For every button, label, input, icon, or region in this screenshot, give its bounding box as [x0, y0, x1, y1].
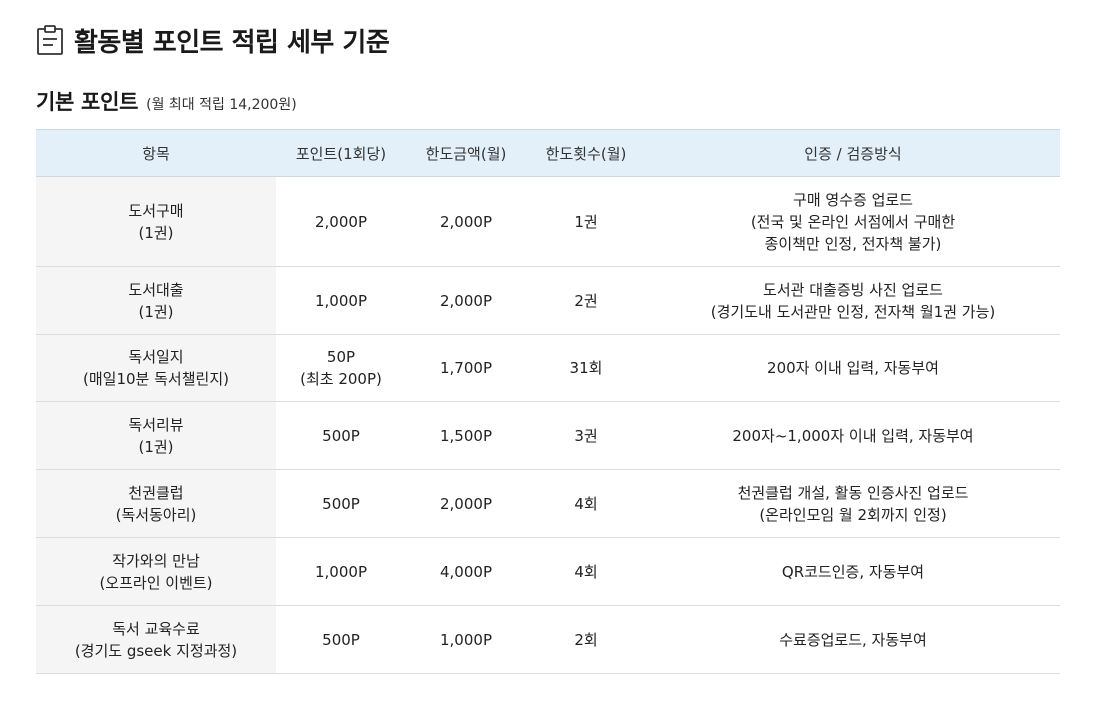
- verification-cell: 200자~1,000자 이내 입력, 자동부여: [646, 401, 1060, 470]
- limit-amount-cell: 4,000P: [406, 537, 526, 606]
- item-cell: 독서 교육수료 (경기도 gseek 지정과정): [36, 605, 276, 674]
- verification-line: 구매 영수증 업로드: [793, 190, 913, 209]
- point-cell: 50P (최초 200P): [276, 334, 406, 402]
- limit-count-cell: 31회: [526, 334, 646, 402]
- item-name: 독서 교육수료: [112, 619, 200, 638]
- clipboard-icon: [37, 25, 63, 55]
- item-cell: 작가와의 만남 (오프라인 이벤트): [36, 537, 276, 606]
- header-verification: 인증 / 검증방식: [646, 129, 1060, 177]
- point-cell: 1,000P: [276, 537, 406, 606]
- point-value: 500P: [322, 494, 360, 513]
- header-limit-amount: 한도금액(월): [406, 129, 526, 177]
- table-row: 도서대출 (1권) 1,000P 2,000P 2권 도서관 대출증빙 사진 업…: [36, 266, 1060, 335]
- point-value: 50P: [326, 348, 356, 366]
- verification-line: 200자 이내 입력, 자동부여: [767, 359, 939, 377]
- table-row: 독서 교육수료 (경기도 gseek 지정과정) 500P 1,000P 2회 …: [36, 605, 1060, 674]
- limit-count-cell: 1권: [526, 176, 646, 267]
- limit-amount-cell: 1,500P: [406, 401, 526, 470]
- item-cell: 독서리뷰 (1권): [36, 401, 276, 470]
- limit-amount-cell: 2,000P: [406, 266, 526, 335]
- limit-amount-cell: 1,700P: [406, 334, 526, 402]
- verification-line: 종이책만 인정, 전자책 불가): [764, 234, 942, 253]
- point-value: 2,000P: [315, 212, 367, 231]
- limit-amount-cell: 2,000P: [406, 469, 526, 538]
- table-row: 독서일지 (매일10분 독서챌린지) 50P (최초 200P) 1,700P …: [36, 334, 1060, 402]
- header-item: 항목: [36, 129, 276, 177]
- verification-line: 200자~1,000자 이내 입력, 자동부여: [732, 426, 974, 445]
- verification-cell: 도서관 대출증빙 사진 업로드 (경기도내 도서관만 인정, 전자책 월1권 가…: [646, 266, 1060, 335]
- limit-count-cell: 3권: [526, 401, 646, 470]
- item-detail: (1권): [138, 223, 174, 242]
- page-header: 활동별 포인트 적립 세부 기준: [36, 22, 390, 58]
- table-row: 작가와의 만남 (오프라인 이벤트) 1,000P 4,000P 4회 QR코드…: [36, 537, 1060, 606]
- limit-amount-cell: 1,000P: [406, 605, 526, 674]
- item-detail: (1권): [138, 302, 174, 321]
- verification-line: 수료증업로드, 자동부여: [779, 630, 927, 649]
- point-cell: 1,000P: [276, 266, 406, 335]
- point-cell: 500P: [276, 401, 406, 470]
- limit-count-cell: 4회: [526, 537, 646, 606]
- point-cell: 500P: [276, 605, 406, 674]
- item-detail: (매일10분 독서챌린지): [83, 370, 229, 388]
- item-name: 도서구매: [128, 201, 184, 220]
- section-title: 기본 포인트: [36, 90, 139, 114]
- limit-count-cell: 2회: [526, 605, 646, 674]
- item-cell: 도서구매 (1권): [36, 176, 276, 267]
- section-header: 기본 포인트 (월 최대 적립 14,200원): [36, 86, 297, 118]
- limit-count-cell: 4회: [526, 469, 646, 538]
- item-cell: 독서일지 (매일10분 독서챌린지): [36, 334, 276, 402]
- header-point: 포인트(1회당): [276, 129, 406, 177]
- point-value: 1,000P: [315, 291, 367, 310]
- item-name: 도서대출: [128, 280, 184, 299]
- verification-line: 천권클럽 개설, 활동 인증사진 업로드: [737, 483, 969, 502]
- item-name: 천권클럽: [128, 483, 184, 502]
- item-detail: (경기도 gseek 지정과정): [74, 641, 238, 660]
- point-value: 500P: [322, 630, 360, 649]
- points-table: 항목 포인트(1회당) 한도금액(월) 한도횟수(월) 인증 / 검증방식 도서…: [36, 129, 1060, 674]
- verification-line: (온라인모임 월 2회까지 인정): [759, 505, 947, 524]
- verification-cell: 수료증업로드, 자동부여: [646, 605, 1060, 674]
- verification-cell: QR코드인증, 자동부여: [646, 537, 1060, 606]
- section-note: (월 최대 적립 14,200원): [146, 97, 297, 113]
- table-row: 천권클럽 (독서동아리) 500P 2,000P 4회 천권클럽 개설, 활동 …: [36, 469, 1060, 538]
- limit-count-cell: 2권: [526, 266, 646, 335]
- header-limit-count: 한도횟수(월): [526, 129, 646, 177]
- item-detail: (독서동아리): [115, 505, 197, 524]
- point-note: (최초 200P): [300, 370, 382, 388]
- verification-cell: 200자 이내 입력, 자동부여: [646, 334, 1060, 402]
- limit-amount-cell: 2,000P: [406, 176, 526, 267]
- point-value: 1,000P: [315, 562, 367, 581]
- verification-cell: 천권클럽 개설, 활동 인증사진 업로드 (온라인모임 월 2회까지 인정): [646, 469, 1060, 538]
- point-value: 500P: [322, 426, 360, 445]
- verification-cell: 구매 영수증 업로드 (전국 및 온라인 서점에서 구매한 종이책만 인정, 전…: [646, 176, 1060, 267]
- verification-line: (경기도내 도서관만 인정, 전자책 월1권 가능): [710, 302, 996, 321]
- item-detail: (1권): [138, 437, 174, 456]
- table-header-row: 항목 포인트(1회당) 한도금액(월) 한도횟수(월) 인증 / 검증방식: [36, 129, 1060, 177]
- table-row: 독서리뷰 (1권) 500P 1,500P 3권 200자~1,000자 이내 …: [36, 401, 1060, 470]
- verification-line: 도서관 대출증빙 사진 업로드: [763, 280, 943, 299]
- verification-line: QR코드인증, 자동부여: [781, 562, 925, 581]
- item-cell: 천권클럽 (독서동아리): [36, 469, 276, 538]
- item-name: 작가와의 만남: [112, 551, 200, 570]
- page-title: 활동별 포인트 적립 세부 기준: [74, 27, 390, 58]
- verification-line: (전국 및 온라인 서점에서 구매한: [750, 212, 956, 231]
- table-row: 도서구매 (1권) 2,000P 2,000P 1권 구매 영수증 업로드 (전…: [36, 176, 1060, 267]
- point-cell: 2,000P: [276, 176, 406, 267]
- item-detail: (오프라인 이벤트): [99, 573, 213, 592]
- point-cell: 500P: [276, 469, 406, 538]
- item-cell: 도서대출 (1권): [36, 266, 276, 335]
- item-name: 독서일지: [128, 348, 184, 366]
- item-name: 독서리뷰: [128, 415, 184, 434]
